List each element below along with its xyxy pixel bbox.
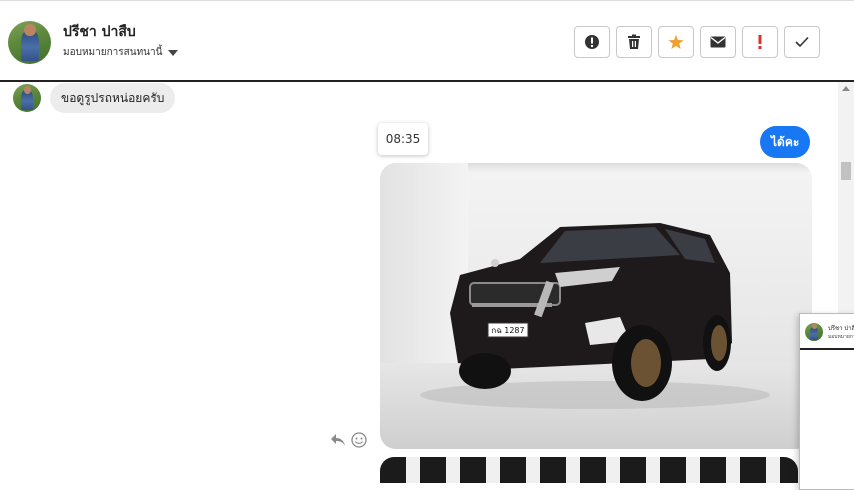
incoming-message[interactable]: ขอดูรูปรถหน่อยครับ — [50, 83, 176, 113]
assign-label: มอบหมายการสนทนานี้ — [63, 47, 163, 58]
license-plate: กฉ 1287 — [491, 326, 524, 335]
alert-icon — [585, 35, 599, 49]
star-button[interactable] — [658, 26, 694, 58]
caret-down-icon — [168, 49, 179, 56]
preview-sub: มอบหมายการสนทนานี้ — [828, 334, 854, 340]
preview-panel[interactable]: ปรีชา ปาสืบ มอบหมายการสนทนานี้ — [799, 313, 854, 490]
message-actions — [330, 432, 367, 448]
exclamation-icon — [758, 35, 762, 49]
second-photo-attachment[interactable] — [380, 457, 798, 483]
trash-icon — [628, 34, 640, 49]
scroll-up-icon[interactable] — [842, 86, 850, 91]
delete-button[interactable] — [616, 26, 652, 58]
preview-avatar — [805, 323, 823, 341]
timestamp-tooltip: 08:35 — [378, 123, 428, 155]
mark-important-button[interactable] — [742, 26, 778, 58]
mail-icon — [710, 36, 726, 48]
mark-unread-button[interactable] — [700, 26, 736, 58]
star-icon — [668, 35, 684, 49]
emoji-icon[interactable] — [351, 432, 367, 448]
message-thread[interactable]: ขอดูรูปรถหน่อยครับ 08:35 ได้คะ กฉ 1287 — [0, 82, 838, 483]
mark-done-button[interactable] — [784, 26, 820, 58]
scrollbar-thumb[interactable] — [841, 162, 851, 180]
header-toolbar — [574, 26, 820, 58]
preview-name: ปรีชา ปาสืบ — [828, 325, 854, 332]
outgoing-message[interactable]: ได้คะ — [760, 126, 811, 158]
check-icon — [795, 36, 809, 48]
conversation-header: ปรีชา ปาสืบ มอบหมายการสนทนานี้ — [0, 0, 854, 82]
contact-name[interactable]: ปรีชา ปาสืบ — [63, 21, 136, 43]
contact-avatar[interactable] — [8, 21, 51, 64]
sender-avatar — [13, 84, 41, 112]
car-photo-attachment[interactable]: กฉ 1287 — [380, 163, 812, 449]
reply-icon[interactable] — [330, 433, 346, 447]
suv-image: กฉ 1287 — [420, 223, 770, 409]
mark-spam-button[interactable] — [574, 26, 610, 58]
assign-conversation-dropdown[interactable]: มอบหมายการสนทนานี้ — [63, 45, 179, 60]
